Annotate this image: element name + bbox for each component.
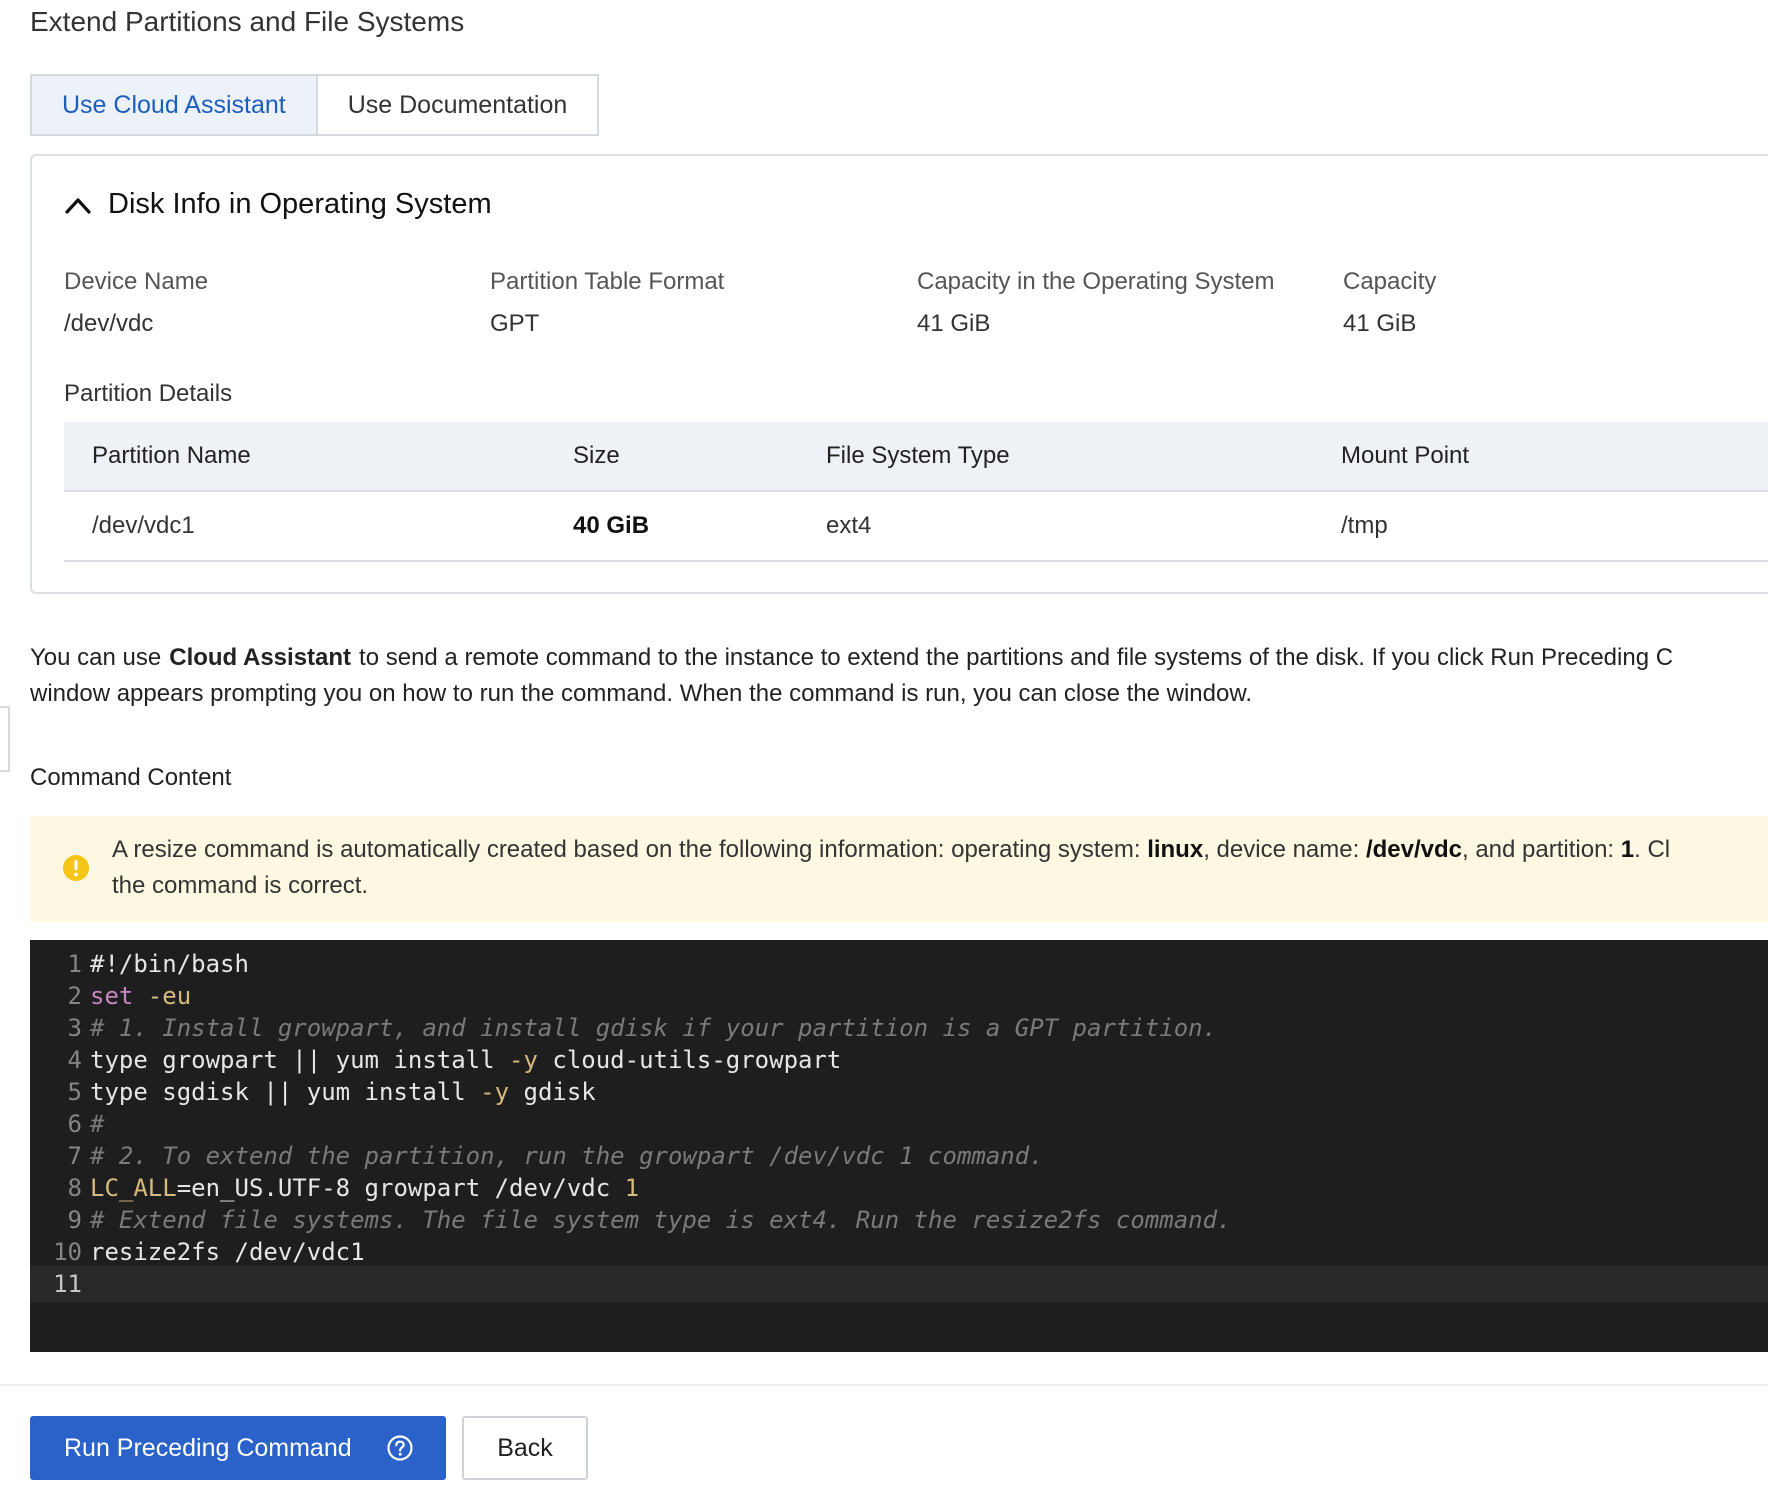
mount-point-cell: /tmp xyxy=(1341,512,1388,539)
table-row: /dev/vdc1 40 GiB ext4 /tmp xyxy=(64,492,1768,562)
code-keyword: set xyxy=(90,982,134,1010)
notice-line-2: the command is correct. xyxy=(112,872,369,899)
code-text: type sgdisk || yum install xyxy=(90,1078,481,1106)
code-line: 6 # xyxy=(30,1106,1768,1142)
partition-table-format-value: GPT xyxy=(490,310,540,337)
notice-text-part: . Cl xyxy=(1634,836,1671,863)
code-comment: # 2. To extend the partition, run the gr… xyxy=(90,1142,1044,1170)
code-line: 1 #!/bin/bash xyxy=(30,946,1768,982)
os-capacity-value: 41 GiB xyxy=(917,310,991,337)
back-button[interactable]: Back xyxy=(462,1416,588,1480)
code-line: 3 # 1. Install growpart, and install gdis… xyxy=(30,1010,1768,1046)
code-line: 7 # 2. To extend the partition, run the g… xyxy=(30,1138,1768,1174)
column-header-mount-point: Mount Point xyxy=(1341,442,1470,469)
tab-use-cloud-assistant[interactable]: Use Cloud Assistant xyxy=(30,74,318,136)
line-number: 10 xyxy=(53,1238,82,1266)
code-text: resize2fs /dev/vdc1 xyxy=(90,1238,365,1266)
description-part-2: to send a remote command to the instance… xyxy=(359,644,1674,671)
code-line-current: 11 xyxy=(30,1266,1768,1302)
line-number: 6 xyxy=(67,1110,82,1138)
line-number: 7 xyxy=(67,1142,82,1170)
device-name-value: /dev/vdc xyxy=(64,310,154,337)
code-text: #!/bin/bash xyxy=(90,950,249,978)
run-button-label: Run Preceding Command xyxy=(64,1433,352,1462)
notice-text-part: , device name: xyxy=(1203,836,1366,863)
line-number: 5 xyxy=(67,1078,82,1106)
notice-line-1: A resize command is automatically create… xyxy=(112,832,1670,868)
chevron-up-icon xyxy=(65,197,91,214)
code-line: 2 set -eu xyxy=(30,978,1768,1014)
code-text: cloud-utils-growpart xyxy=(537,1046,842,1074)
code-line: 4 type growpart || yum install -y cloud-u… xyxy=(30,1042,1768,1078)
description-text: You can use Cloud Assistant to send a remo… xyxy=(30,640,1768,712)
disk-info-panel: Disk Info in Operating System Device Nam… xyxy=(30,154,1768,594)
side-drawer-handle[interactable] xyxy=(0,706,10,772)
run-preceding-command-button[interactable]: Run Preceding Command xyxy=(30,1416,446,1480)
description-line-2: window appears prompting you on how to r… xyxy=(30,680,1252,707)
line-number: 1 xyxy=(67,950,82,978)
notice-partition-value: 1 xyxy=(1620,836,1635,863)
code-text: type growpart || yum install xyxy=(90,1046,510,1074)
disk-info-toggle[interactable]: Disk Info in Operating System xyxy=(64,188,492,221)
code-number: 1 xyxy=(624,1174,640,1202)
code-text: =en_US.UTF-8 growpart /dev/vdc xyxy=(176,1174,625,1202)
code-line: 9 # Extend file systems. The file system … xyxy=(30,1202,1768,1238)
description-line-1: You can use Cloud Assistant to send a remo… xyxy=(30,640,1768,676)
code-line: 8 LC_ALL=en_US.UTF-8 growpart /dev/vdc 1 xyxy=(30,1170,1768,1206)
line-number: 3 xyxy=(67,1014,82,1042)
os-capacity-label: Capacity in the Operating System xyxy=(917,268,1275,295)
partition-table-header: Partition Name Size File System Type Mou… xyxy=(64,422,1768,492)
partition-table: Partition Name Size File System Type Mou… xyxy=(64,422,1768,562)
partition-details-title: Partition Details xyxy=(64,380,233,407)
footer-divider xyxy=(0,1384,1768,1386)
tab-group: Use Cloud Assistant Use Documentation xyxy=(30,74,600,136)
notice-text-part: A resize command is automatically create… xyxy=(112,836,1148,863)
code-comment: # 1. Install growpart, and install gdisk… xyxy=(90,1014,1218,1042)
line-number: 9 xyxy=(67,1206,82,1234)
disk-info-title: Disk Info in Operating System xyxy=(108,188,492,220)
page-title: Extend Partitions and File Systems xyxy=(30,6,465,37)
code-comment: # Extend file systems. The file system t… xyxy=(90,1206,1232,1234)
notice-device-value: /dev/vdc xyxy=(1365,836,1462,863)
code-variable: LC_ALL xyxy=(90,1174,177,1202)
command-content-label: Command Content xyxy=(30,764,232,791)
capacity-value: 41 GiB xyxy=(1343,310,1417,337)
line-number: 2 xyxy=(67,982,82,1010)
notice-text-part: , and partition: xyxy=(1462,836,1621,863)
code-option: -y xyxy=(509,1046,538,1074)
code-line: 10 resize2fs /dev/vdc1 xyxy=(30,1234,1768,1270)
cloud-assistant-emphasis: Cloud Assistant xyxy=(169,644,352,671)
notice-os-value: linux xyxy=(1147,836,1204,863)
size-cell: 40 GiB xyxy=(573,512,650,539)
description-part-1: You can use xyxy=(30,644,162,671)
partition-table-format-label: Partition Table Format xyxy=(490,268,725,295)
line-number: 11 xyxy=(53,1270,82,1298)
device-name-label: Device Name xyxy=(64,268,209,295)
line-number: 8 xyxy=(67,1174,82,1202)
code-comment: # xyxy=(90,1110,105,1138)
code-option: -eu xyxy=(133,982,192,1010)
command-notice: A resize command is automatically create… xyxy=(30,816,1768,922)
capacity-label: Capacity xyxy=(1343,268,1437,295)
code-option: -y xyxy=(480,1078,510,1106)
file-system-type-cell: ext4 xyxy=(826,512,872,539)
partition-name-cell: /dev/vdc1 xyxy=(92,512,195,539)
code-text: gdisk xyxy=(509,1078,596,1106)
line-number: 4 xyxy=(67,1046,82,1074)
column-header-size: Size xyxy=(573,442,620,469)
notice-text: A resize command is automatically create… xyxy=(112,832,1670,904)
code-line: 5 type sgdisk || yum install -y gdisk xyxy=(30,1074,1768,1110)
tab-use-documentation[interactable]: Use Documentation xyxy=(317,74,600,136)
question-circle-icon[interactable] xyxy=(386,1434,414,1462)
warning-circle-icon xyxy=(63,855,89,881)
column-header-partition-name: Partition Name xyxy=(92,442,251,469)
column-header-file-system-type: File System Type xyxy=(826,442,1010,469)
code-editor[interactable]: 1 #!/bin/bash 2 set -eu 3 # 1. Install grow… xyxy=(30,940,1768,1352)
